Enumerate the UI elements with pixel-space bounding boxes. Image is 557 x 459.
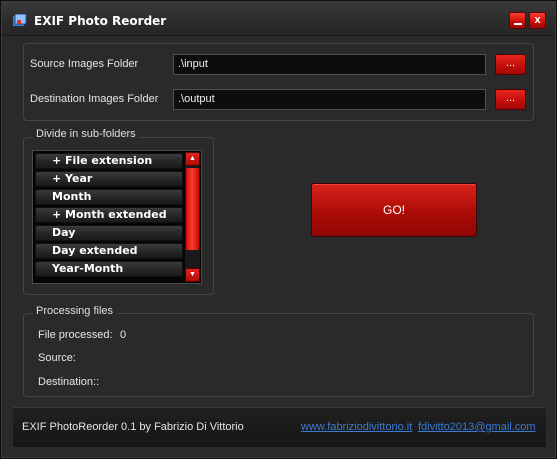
list-item[interactable]: + Month extended [35,207,183,223]
source-folder-label: Source Images Folder [30,58,139,70]
processing-group-title: Processing files [33,305,117,317]
close-button[interactable]: x [529,12,546,29]
list-item[interactable]: Year-Month [35,261,183,277]
files-processed-value: 0 [120,329,127,341]
list-item[interactable]: Month [35,189,183,205]
processing-source-label: Source: [38,352,76,364]
minimize-icon [514,23,522,25]
subfolder-listbox[interactable]: + File extension + Year Month + Month ex… [32,150,202,284]
website-link[interactable]: www.fabriziodivittorio.it [301,421,412,433]
list-item[interactable]: + Year [35,171,183,187]
list-item[interactable]: + File extension [35,153,183,169]
scroll-down-button[interactable]: ▼ [185,268,200,282]
destination-browse-button[interactable]: ... [495,89,526,110]
app-window: EXIF Photo Reorder x Source Images Folde… [0,0,557,459]
title-bar[interactable]: EXIF Photo Reorder x [2,2,555,36]
scroll-up-button[interactable]: ▲ [185,152,200,166]
credit-text: EXIF PhotoReorder 0.1 by Fabrizio Di Vit… [22,421,244,433]
list-item[interactable]: Day [35,225,183,241]
minimize-button[interactable] [509,12,526,29]
go-button[interactable]: GO! [311,183,477,237]
destination-folder-input[interactable]: .\output [173,89,486,110]
divide-group-title: Divide in sub-folders [33,128,139,140]
close-icon: x [534,14,541,26]
scroll-thumb[interactable] [186,168,199,250]
list-item[interactable]: Day extended [35,243,183,259]
processing-group [23,313,534,397]
window-title: EXIF Photo Reorder [34,14,167,28]
files-processed-label: File processed: [38,329,113,341]
email-link[interactable]: fdivitto2013@gmail.com [418,421,536,433]
destination-folder-label: Destination Images Folder [30,93,159,105]
app-icon [13,14,27,26]
processing-destination-label: Destination:: [38,376,100,388]
source-folder-input[interactable]: .\input [173,54,486,75]
source-browse-button[interactable]: ... [495,54,526,75]
listbox-scrollbar[interactable]: ▲ ▼ [185,152,200,282]
